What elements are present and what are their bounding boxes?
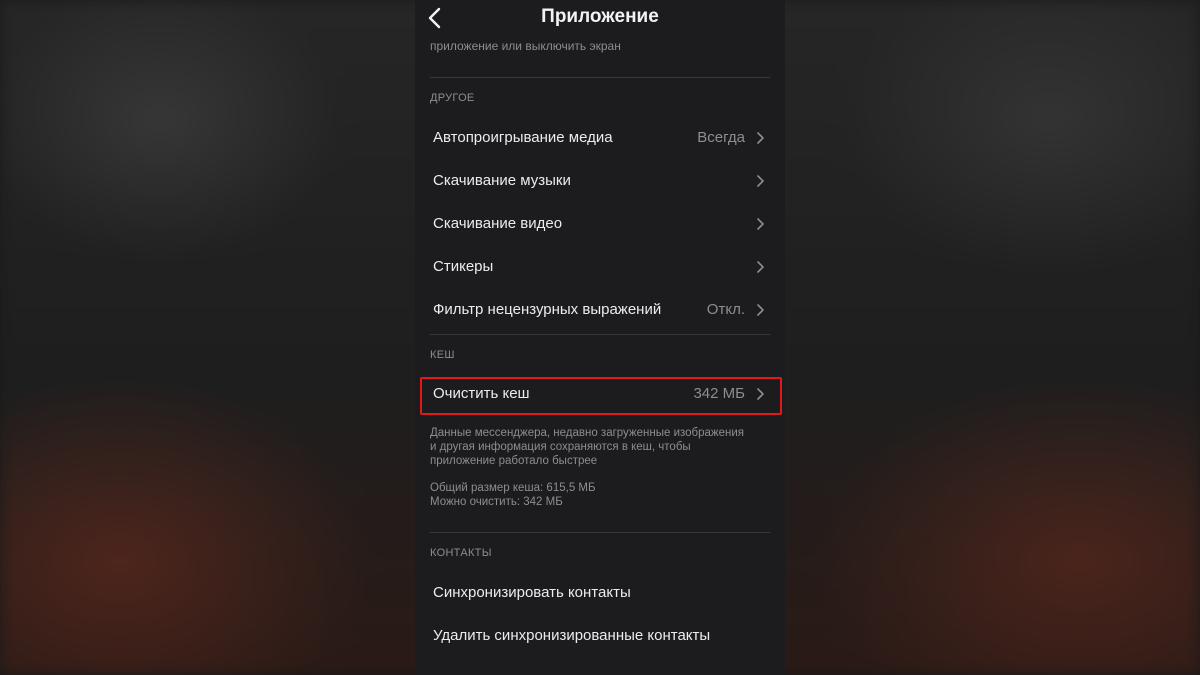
row-label: Стикеры	[433, 258, 494, 275]
row-stickers[interactable]: Стикеры	[415, 246, 785, 289]
row-label: Скачивание музыки	[433, 172, 571, 189]
chevron-right-icon	[757, 388, 764, 400]
cache-description-line: Данные мессенджера, недавно загруженные …	[430, 427, 745, 439]
settings-screen: Приложение приложение или выключить экра…	[415, 0, 785, 675]
row-value: Откл.	[706, 301, 745, 318]
nav-header: Приложение	[415, 0, 785, 36]
chevron-right-icon	[757, 175, 764, 187]
row-label: Очистить кеш	[433, 385, 530, 402]
divider	[430, 77, 770, 78]
section-header-other: ДРУГОЕ	[430, 92, 475, 104]
row-profanity-filter[interactable]: Фильтр нецензурных выражений Откл.	[415, 289, 785, 332]
row-label: Фильтр нецензурных выражений	[433, 301, 662, 318]
chevron-right-icon	[757, 261, 764, 273]
row-autoplay-media[interactable]: Автопроигрывание медиа Всегда	[415, 117, 785, 160]
divider	[430, 532, 770, 533]
cache-clearable-size: Можно очистить: 342 МБ	[430, 496, 563, 508]
row-label: Автопроигрывание медиа	[433, 129, 613, 146]
cache-total-size: Общий размер кеша: 615,5 МБ	[430, 482, 596, 494]
row-sync-contacts[interactable]: Синхронизировать контакты	[415, 572, 785, 615]
cache-description: Данные мессенджера, недавно загруженные …	[430, 426, 775, 468]
row-label: Удалить синхронизированные контакты	[433, 627, 711, 644]
section-header-contacts: КОНТАКТЫ	[430, 547, 492, 559]
row-label: Синхронизировать контакты	[433, 584, 631, 601]
row-clear-cache[interactable]: Очистить кеш 342 МБ	[415, 373, 785, 416]
cache-stats: Общий размер кеша: 615,5 МБ Можно очисти…	[430, 481, 775, 509]
divider	[430, 334, 770, 335]
cache-description-line: и другая информация сохраняются в кеш, ч…	[430, 441, 691, 453]
row-value: Всегда	[697, 129, 745, 146]
chevron-right-icon	[757, 132, 764, 144]
section-description: приложение или выключить экран	[430, 39, 621, 53]
chevron-right-icon	[757, 304, 764, 316]
page-title: Приложение	[541, 6, 659, 27]
row-music-download[interactable]: Скачивание музыки	[415, 160, 785, 203]
row-delete-synced-contacts[interactable]: Удалить синхронизированные контакты	[415, 615, 785, 658]
cache-size-value: 342 МБ	[693, 385, 745, 402]
cache-description-line: приложение работало быстрее	[430, 455, 598, 467]
section-header-cache: КЕШ	[430, 349, 455, 361]
row-label: Скачивание видео	[433, 215, 563, 232]
chevron-right-icon	[757, 218, 764, 230]
row-video-download[interactable]: Скачивание видео	[415, 203, 785, 246]
